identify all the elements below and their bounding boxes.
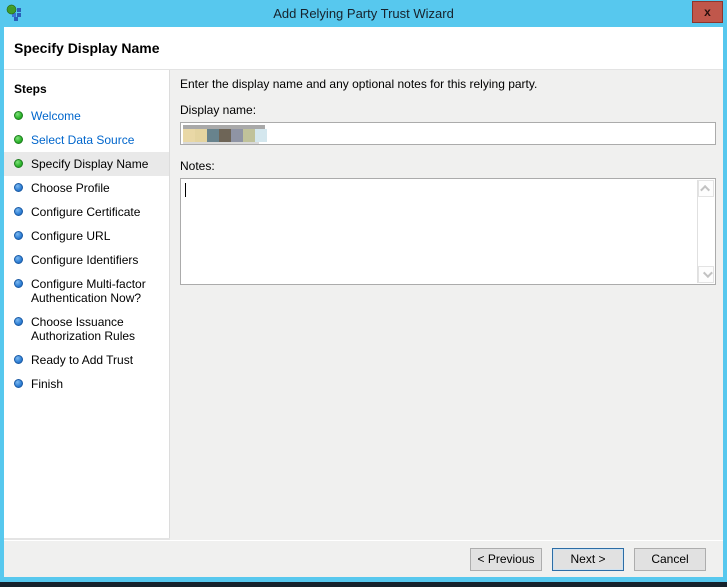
step-status-dot	[14, 159, 23, 168]
sidebar-step-choose-issuance-authorization-rules[interactable]: Choose Issuance Authorization Rules	[4, 310, 169, 348]
redaction-block	[195, 129, 207, 142]
step-label: Welcome	[31, 109, 81, 123]
notes-scrollbar[interactable]	[697, 180, 714, 283]
wizard-button-bar: < Previous Next > Cancel	[4, 540, 723, 577]
step-label: Select Data Source	[31, 133, 135, 147]
notes-textarea[interactable]	[180, 178, 716, 285]
redaction-block	[255, 129, 267, 142]
page-header: Specify Display Name	[4, 27, 723, 70]
step-status-dot	[14, 255, 23, 264]
step-status-dot	[14, 355, 23, 364]
step-label: Choose Issuance Authorization Rules	[31, 315, 136, 343]
step-status-dot	[14, 111, 23, 120]
text-caret	[185, 183, 186, 197]
step-label: Finish	[31, 377, 64, 391]
steps-sidebar: Steps Welcome Select Data Source Specify D…	[4, 70, 170, 540]
step-label: Specify Display Name	[31, 157, 149, 171]
chevron-down-icon	[702, 268, 713, 279]
redaction-blocks	[183, 129, 279, 142]
step-status-dot	[14, 207, 23, 216]
scroll-down-button[interactable]	[698, 266, 714, 283]
redaction-block	[207, 129, 219, 142]
sidebar-step-welcome[interactable]: Welcome	[4, 104, 169, 128]
page-title: Specify Display Name	[14, 40, 160, 56]
redaction-block	[267, 129, 279, 142]
sidebar-step-configure-identifiers[interactable]: Configure Identifiers	[4, 248, 169, 272]
chevron-up-icon	[699, 184, 710, 195]
sidebar-step-ready-to-add-trust[interactable]: Ready to Add Trust	[4, 348, 169, 372]
redacted-display-name-value	[183, 125, 279, 144]
step-label: Configure Identifiers	[31, 253, 139, 267]
step-status-dot	[14, 379, 23, 388]
sidebar-step-select-data-source[interactable]: Select Data Source	[4, 128, 169, 152]
sidebar-step-finish[interactable]: Finish	[4, 372, 169, 396]
next-button[interactable]: Next >	[552, 547, 624, 571]
previous-button[interactable]: < Previous	[470, 547, 542, 571]
redaction-block	[231, 129, 243, 142]
cancel-button[interactable]: Cancel	[634, 547, 706, 571]
window-body: Specify Display Name Steps Welcome Select…	[4, 27, 723, 577]
close-button[interactable]: x	[692, 1, 723, 23]
display-name-label: Display name:	[180, 103, 257, 117]
sidebar-step-configure-url[interactable]: Configure URL	[4, 224, 169, 248]
redaction-bottom-bar	[183, 142, 259, 144]
redaction-block	[219, 129, 231, 142]
redaction-block	[183, 129, 195, 142]
step-status-dot	[14, 183, 23, 192]
scroll-up-button[interactable]	[698, 180, 714, 197]
window-title: Add Relying Party Trust Wizard	[273, 6, 454, 21]
step-status-dot	[14, 279, 23, 288]
redaction-block	[243, 129, 255, 142]
sidebar-step-configure-certificate[interactable]: Configure Certificate	[4, 200, 169, 224]
wizard-window: Add Relying Party Trust Wizard x Specify…	[0, 0, 727, 587]
step-label: Choose Profile	[31, 181, 110, 195]
step-label: Configure Certificate	[31, 205, 141, 219]
notes-label: Notes:	[180, 159, 215, 173]
sidebar-step-specify-display-name[interactable]: Specify Display Name	[4, 152, 169, 176]
sidebar-step-choose-profile[interactable]: Choose Profile	[4, 176, 169, 200]
step-status-dot	[14, 317, 23, 326]
adfs-app-icon	[6, 4, 24, 22]
step-label: Ready to Add Trust	[31, 353, 134, 367]
bottom-dark-strip	[0, 582, 727, 587]
step-status-dot	[14, 135, 23, 144]
step-status-dot	[14, 231, 23, 240]
sidebar-step-configure-multi-factor-authentication-now[interactable]: Configure Multi-factor Authentication No…	[4, 272, 169, 310]
main-pane: Enter the display name and any optional …	[170, 70, 723, 540]
steps-heading: Steps	[14, 82, 47, 96]
step-label: Configure Multi-factor Authentication No…	[31, 277, 146, 305]
step-label: Configure URL	[31, 229, 111, 243]
instruction-text: Enter the display name and any optional …	[180, 77, 538, 91]
display-name-input[interactable]	[180, 122, 716, 145]
steps-list: Welcome Select Data Source Specify Display…	[4, 104, 169, 396]
title-bar: Add Relying Party Trust Wizard x	[0, 0, 727, 27]
